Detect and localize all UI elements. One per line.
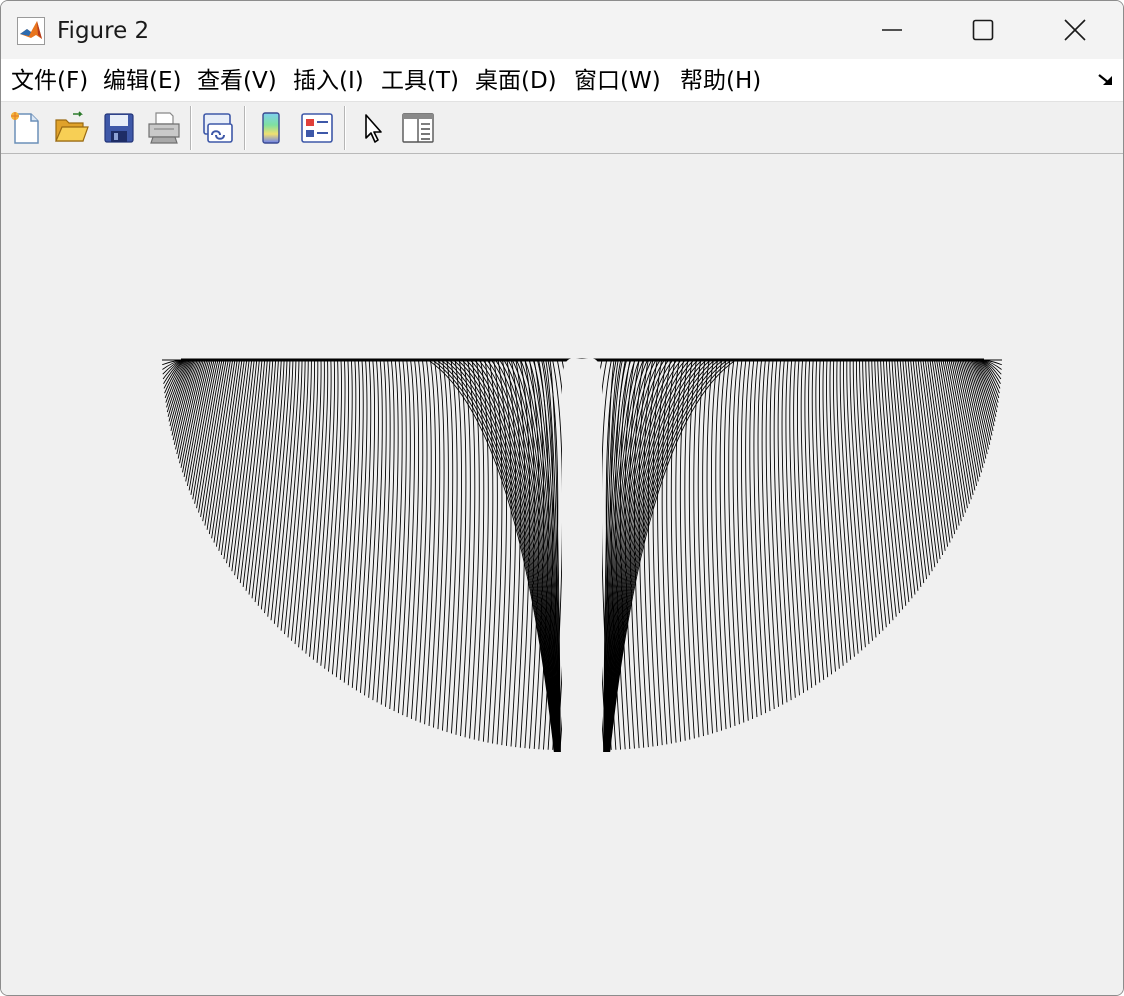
streamline (868, 359, 891, 624)
airfoil-body (562, 358, 602, 749)
matlab-logo-icon (17, 17, 45, 45)
edit-plot-pointer-icon[interactable] (356, 110, 392, 146)
print-icon[interactable] (146, 110, 182, 146)
figure-toolbar (1, 102, 1123, 154)
toolbar-separator (244, 106, 246, 150)
window-title: Figure 2 (57, 18, 150, 44)
minimize-icon (882, 29, 902, 31)
menu-edit[interactable]: 编辑(E) (103, 66, 181, 96)
insert-legend-icon[interactable] (299, 110, 335, 146)
new-figure-icon[interactable] (7, 110, 43, 146)
dock-arrow-icon[interactable] (1097, 71, 1115, 89)
insert-colorbar-icon[interactable] (254, 110, 290, 146)
menu-view[interactable]: 查看(V) (197, 66, 277, 96)
flow-lines-plot (162, 358, 1002, 753)
close-button[interactable] (1029, 1, 1121, 59)
open-file-icon[interactable] (53, 110, 89, 146)
toolbar-separator (190, 106, 192, 150)
streamline (836, 359, 855, 657)
menu-window[interactable]: 窗口(W) (574, 66, 661, 96)
menu-insert[interactable]: 插入(I) (293, 66, 364, 96)
menu-tools[interactable]: 工具(T) (381, 66, 459, 96)
streamline (280, 359, 303, 631)
streamline (936, 359, 962, 522)
link-plot-icon[interactable] (200, 110, 236, 146)
streamline (852, 359, 873, 641)
close-icon (1064, 19, 1086, 41)
streamline (312, 359, 332, 660)
streamline (316, 359, 335, 663)
streamline (832, 359, 852, 660)
toolbar-separator (344, 106, 346, 150)
menu-desktop[interactable]: 桌面(D) (475, 66, 557, 96)
maximize-button[interactable] (937, 1, 1029, 59)
property-inspector-icon[interactable] (400, 110, 436, 146)
menu-file[interactable]: 文件(F) (11, 66, 88, 96)
streamline (855, 359, 877, 638)
figure-window: Figure 2 文件(F) 编辑(E) 查看(V) 插入(I) 工具(T) 桌… (0, 0, 1124, 996)
maximize-icon (972, 19, 994, 41)
minimize-button[interactable] (846, 1, 938, 59)
menu-bar: 文件(F) 编辑(E) 查看(V) 插入(I) 工具(T) 桌面(D) 窗口(W… (1, 59, 1123, 102)
streamline (702, 359, 713, 734)
save-icon[interactable] (101, 110, 137, 146)
figure-canvas[interactable] (1, 154, 1123, 995)
streamline (294, 359, 316, 645)
menu-help[interactable]: 帮助(H) (680, 66, 761, 96)
title-bar[interactable]: Figure 2 (1, 1, 1123, 59)
streamline (277, 359, 300, 628)
